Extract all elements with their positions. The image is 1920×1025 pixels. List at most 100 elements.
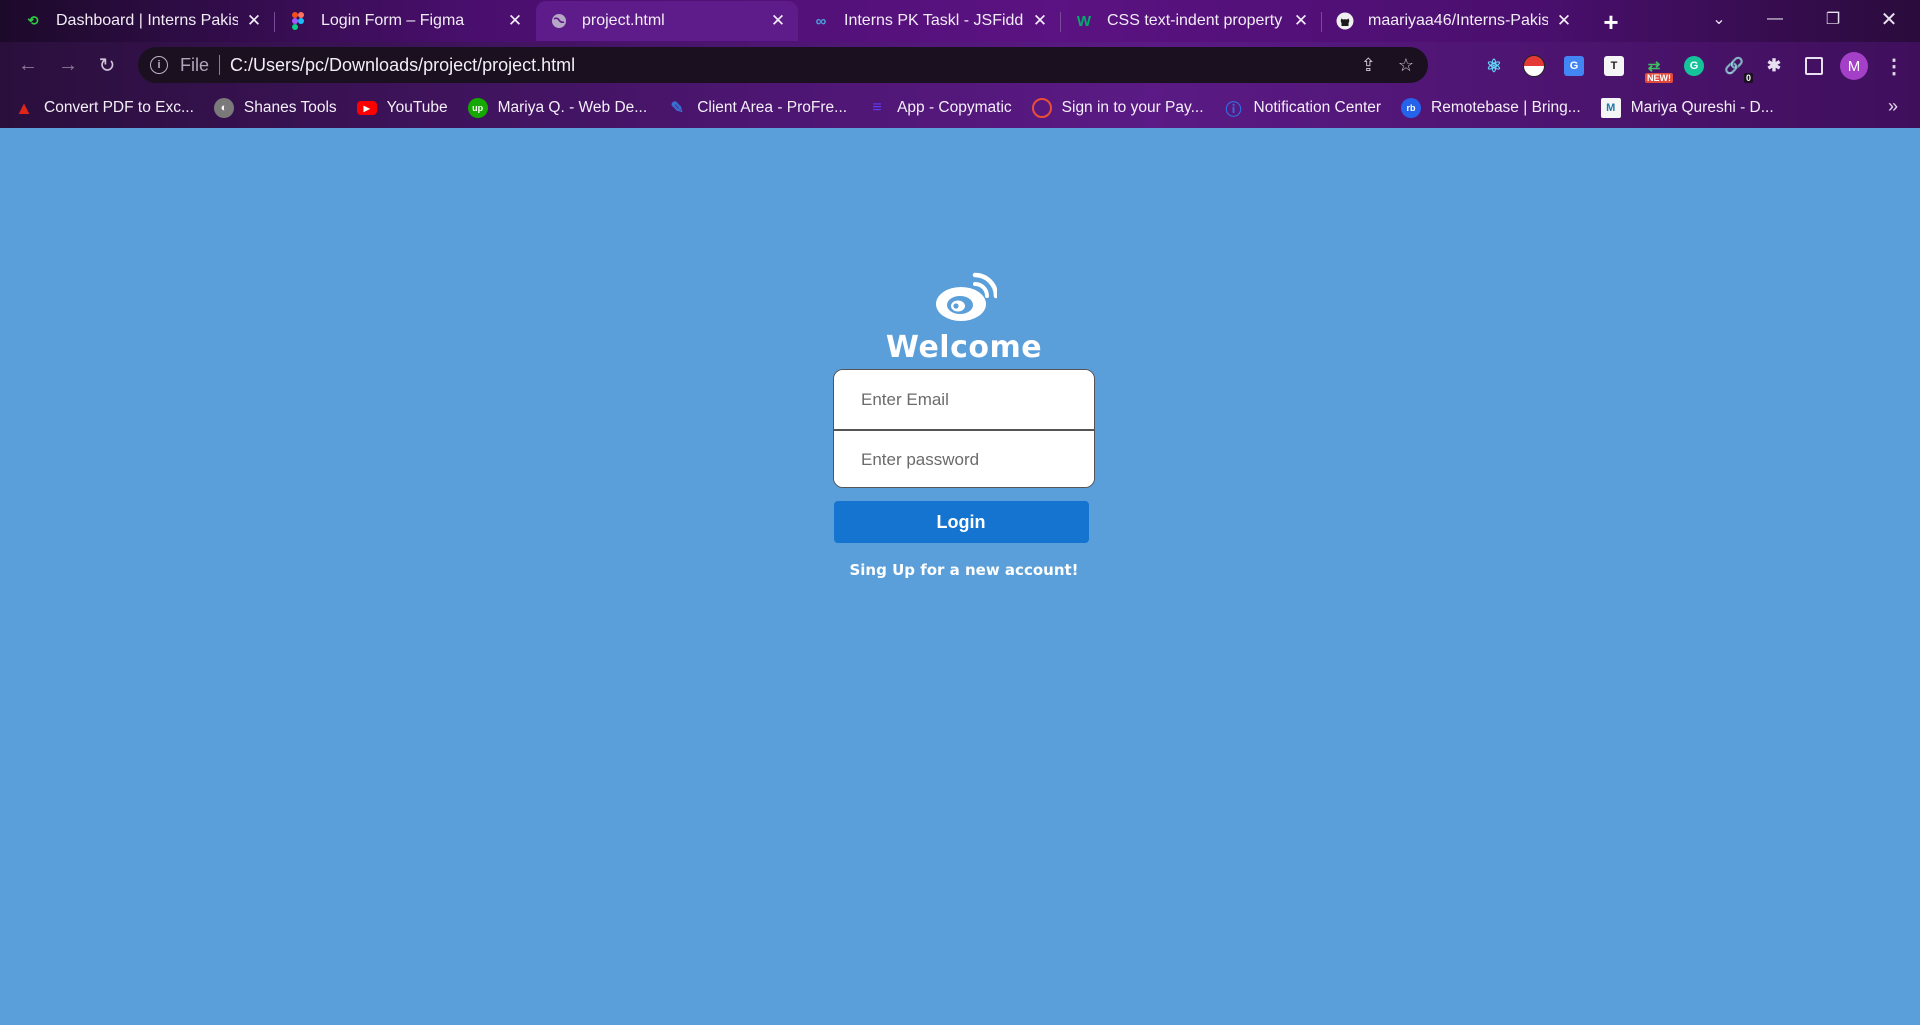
close-icon[interactable]: ✕ <box>244 11 264 31</box>
page-content: Welcome Login Sing Up for a new account! <box>0 128 1920 1025</box>
pokeball-icon <box>1523 55 1545 77</box>
w3schools-icon: W <box>1076 12 1092 30</box>
interns-pakistan-icon: ⟲ <box>27 13 39 28</box>
bookmark-label: Convert PDF to Exc... <box>44 99 194 116</box>
info-icon: ⓘ <box>1225 102 1242 119</box>
copymatic-icon: ≡ <box>872 99 882 116</box>
share-icon[interactable]: ⇪ <box>1361 55 1376 76</box>
bookmark-item[interactable]: ▶ YouTube <box>356 99 448 117</box>
bookmark-item[interactable]: Sign in to your Pay... <box>1031 98 1204 118</box>
tab-interns-dashboard[interactable]: ⟲ Dashboard | Interns Pakistan ✕ <box>0 1 274 41</box>
bookmark-label: Notification Center <box>1253 99 1382 116</box>
figma-icon <box>289 12 307 30</box>
bookmark-label: YouTube <box>386 99 448 116</box>
bookmark-item[interactable]: ▲ Convert PDF to Exc... <box>14 98 194 118</box>
login-form: Welcome Login Sing Up for a new account! <box>833 270 1095 579</box>
extension-new[interactable]: ⇄ NEW! <box>1634 48 1674 84</box>
tab-github[interactable]: maariyaa46/Interns-Pakistan ✕ <box>1322 1 1584 41</box>
bookmark-label: Client Area - ProFre... <box>697 99 848 116</box>
globe-icon <box>550 12 568 30</box>
back-button[interactable]: ← <box>12 49 44 81</box>
close-icon[interactable]: ✕ <box>1030 11 1050 31</box>
globe-icon: ◐ <box>213 98 234 118</box>
extension-react-devtools[interactable]: ⚛ <box>1474 48 1514 84</box>
email-field[interactable] <box>834 370 1094 429</box>
address-bar[interactable]: i File C:/Users/pc/Downloads/project/pro… <box>138 47 1428 83</box>
browser-chrome: ⟲ Dashboard | Interns Pakistan ✕ Login F… <box>0 0 1920 128</box>
bookmark-label: Sign in to your Pay... <box>1061 99 1204 116</box>
extensions-button[interactable]: ✱ <box>1754 48 1794 84</box>
tab-jsfiddle[interactable]: ∞ Interns PK Taskl - JSFiddle - Code Pla… <box>798 1 1060 41</box>
reload-button[interactable]: ↻ <box>91 49 123 81</box>
minimize-button[interactable]: — <box>1752 4 1798 34</box>
puzzle-icon: ✱ <box>1766 56 1782 75</box>
tab-title: Login Form – Figma <box>321 12 465 29</box>
info-icon[interactable]: i <box>150 56 168 74</box>
bookmarks-overflow-icon[interactable]: » <box>1888 96 1898 117</box>
translate-icon: G <box>1564 56 1584 76</box>
bookmark-label: Mariya Q. - Web De... <box>497 99 648 116</box>
bookmark-item[interactable]: ⓘ Notification Center <box>1224 98 1382 119</box>
bookmark-item[interactable]: ◐ Shanes Tools <box>213 98 337 118</box>
bookmark-item[interactable]: ✎ Client Area - ProFre... <box>667 98 847 118</box>
count-badge: 0 <box>1743 73 1753 83</box>
extension-pokeball[interactable] <box>1514 48 1554 84</box>
tab-search-chevron-icon[interactable]: ⌄ <box>1696 4 1742 34</box>
tab-project-html[interactable]: project.html ✕ <box>536 1 798 41</box>
tab-title: Dashboard | Interns Pakistan <box>56 12 238 29</box>
close-icon[interactable]: ✕ <box>1291 11 1311 31</box>
extension-text[interactable]: T <box>1594 48 1634 84</box>
extension-link[interactable]: 🔗 0 <box>1714 48 1754 84</box>
credentials-group <box>833 369 1095 488</box>
link-icon: 🔗 <box>1724 58 1744 75</box>
github-icon <box>1336 12 1354 30</box>
tab-title: Interns PK Taskl - JSFiddle - Code Playg… <box>844 12 1024 29</box>
tab-title: CSS text-indent property <box>1107 12 1283 29</box>
login-button[interactable]: Login <box>833 501 1089 543</box>
new-tab-button[interactable]: + <box>1594 7 1628 37</box>
bookmark-star-icon[interactable]: ☆ <box>1398 55 1414 76</box>
tab-strip: ⟲ Dashboard | Interns Pakistan ✕ Login F… <box>0 0 1920 42</box>
side-panel-icon <box>1805 57 1823 75</box>
profile-avatar[interactable]: M <box>1840 52 1868 80</box>
bookmark-item[interactable]: rb Remotebase | Bring... <box>1401 98 1581 118</box>
close-icon[interactable]: ✕ <box>1554 11 1574 31</box>
tab-title: project.html <box>582 12 665 29</box>
url-scheme: File <box>180 54 210 75</box>
bookmarks-bar: ▲ Convert PDF to Exc... ◐ Shanes Tools ▶… <box>0 88 1920 128</box>
restore-button[interactable]: ❐ <box>1810 4 1856 34</box>
text-tool-icon: T <box>1604 56 1624 76</box>
password-field[interactable] <box>834 430 1094 487</box>
forward-button[interactable]: → <box>52 49 84 81</box>
more-menu-icon[interactable]: ⋮ <box>1880 50 1908 82</box>
side-panel-button[interactable] <box>1794 48 1834 84</box>
react-icon: ⚛ <box>1485 55 1503 76</box>
site-icon: M <box>1600 98 1621 118</box>
extension-grammarly[interactable]: G <box>1674 48 1714 84</box>
bookmark-label: Remotebase | Bring... <box>1431 99 1581 116</box>
adobe-icon: ▲ <box>15 97 33 118</box>
bookmark-label: Mariya Qureshi - D... <box>1630 99 1774 116</box>
page-title: Welcome <box>885 330 1043 365</box>
signup-link[interactable]: Sing Up for a new account! <box>849 561 1078 579</box>
bookmark-item[interactable]: up Mariya Q. - Web De... <box>467 98 648 118</box>
grammarly-icon: G <box>1684 56 1704 76</box>
bookmark-item[interactable]: M Mariya Qureshi - D... <box>1600 98 1774 118</box>
weibo-logo-icon <box>936 272 997 321</box>
bookmark-label: Shanes Tools <box>243 99 337 116</box>
url-text[interactable]: C:/Users/pc/Downloads/project/project.ht… <box>230 55 575 76</box>
remotebase-icon: rb <box>1401 98 1422 118</box>
close-icon[interactable]: ✕ <box>505 11 525 31</box>
tab-css-text-indent[interactable]: W CSS text-indent property ✕ <box>1061 1 1321 41</box>
close-icon[interactable]: ✕ <box>768 11 788 31</box>
divider <box>219 55 221 75</box>
tab-figma[interactable]: Login Form – Figma ✕ <box>275 1 535 41</box>
extensions-area: ⚛ G T ⇄ NEW! G 🔗 0 ✱ <box>1474 48 1834 84</box>
close-window-button[interactable]: ✕ <box>1866 4 1912 34</box>
extension-translate[interactable]: G <box>1554 48 1594 84</box>
omnibox-actions: ⇪ ☆ <box>1361 47 1414 83</box>
profreehost-icon: ✎ <box>670 100 684 117</box>
payoneer-icon <box>1031 98 1052 118</box>
bookmark-item[interactable]: ≡ App - Copymatic <box>867 98 1011 118</box>
jsfiddle-icon: ∞ <box>815 12 827 30</box>
